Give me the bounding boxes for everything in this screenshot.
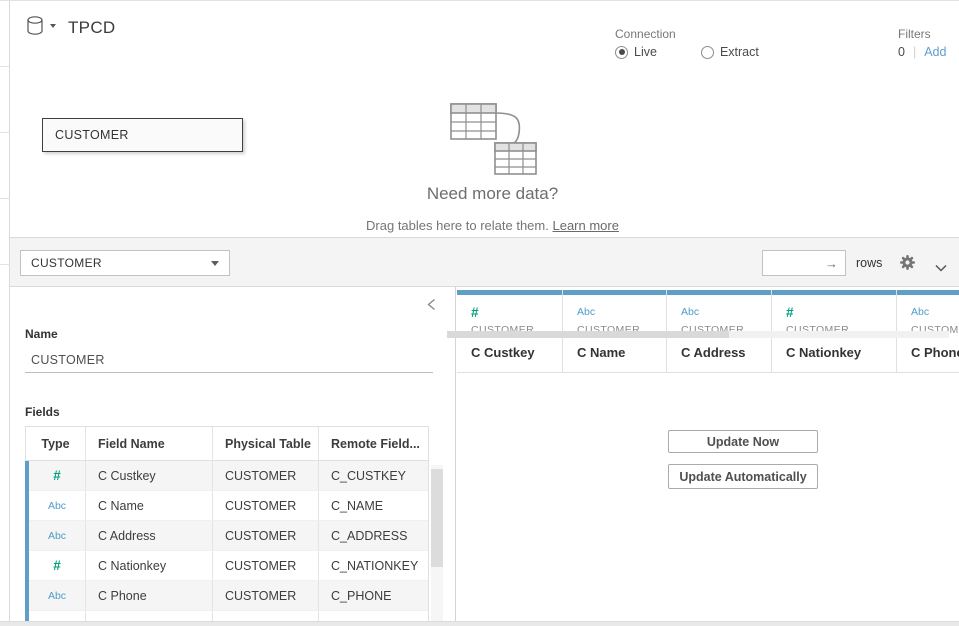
learn-more-link[interactable]: Learn more	[552, 218, 618, 233]
number-type-icon: #	[786, 305, 794, 320]
connection-label: Connection	[615, 27, 676, 41]
physical-table-cell: CUSTOMER	[213, 551, 319, 580]
table-row[interactable]: # C Nationkey CUSTOMER C_NATIONKEY	[29, 551, 428, 581]
field-name-cell: C Custkey	[86, 461, 213, 490]
left-gutter	[0, 1, 10, 626]
string-type-icon: Abc	[681, 306, 699, 318]
field-name-cell: C Name	[86, 491, 213, 520]
empty-state-hint: Drag tables here to relate them.	[366, 218, 549, 233]
remote-field-cell: C_ADDRESS	[319, 521, 428, 550]
remote-field-cell: C_PHONE	[319, 581, 428, 610]
database-menu-caret-icon[interactable]	[50, 24, 56, 28]
bottom-scrollbar-strip	[0, 621, 959, 626]
string-type-icon: Abc	[911, 306, 929, 318]
table-row[interactable]: Abc C Name CUSTOMER C_NAME	[29, 491, 428, 521]
collapse-panel-icon[interactable]	[427, 298, 436, 316]
rows-limit-input[interactable]	[763, 252, 825, 274]
number-type-icon: #	[53, 468, 61, 483]
physical-table-cell: CUSTOMER	[213, 491, 319, 520]
related-tables-icon	[445, 95, 541, 177]
string-type-icon: Abc	[48, 590, 66, 602]
database-cylinder-icon	[26, 15, 48, 39]
column-field-name: C Nationkey	[786, 345, 896, 360]
field-name-cell: C Address	[86, 521, 213, 550]
physical-table-cell: CUSTOMER	[213, 521, 319, 550]
filters-label: Filters	[898, 27, 931, 41]
fields-table: Type Field Name Physical Table Remote Fi…	[25, 426, 429, 622]
field-metadata-panel: Name CUSTOMER Fields Type Field Name Phy…	[10, 287, 456, 626]
string-type-icon: Abc	[48, 530, 66, 542]
datasource-page: TPCD Connection Live Extract Filters 0 |…	[0, 0, 959, 626]
canvas-table-customer[interactable]: CUSTOMER	[42, 118, 243, 152]
column-field-name: C Custkey	[471, 345, 562, 360]
table-row[interactable]: Abc C Phone CUSTOMER C_PHONE	[29, 581, 428, 611]
datasource-title: TPCD	[68, 18, 115, 38]
empty-state-title: Need more data?	[10, 184, 959, 204]
grid-hscrollbar-thumb[interactable]	[447, 331, 729, 338]
radio-live-label: Live	[634, 45, 657, 59]
fields-label: Fields	[25, 405, 60, 419]
radio-extract-label: Extract	[720, 45, 759, 59]
field-name-cell: C Phone	[86, 581, 213, 610]
table-row[interactable]: Abc C Address CUSTOMER C_ADDRESS	[29, 521, 428, 551]
fields-table-header: Type Field Name Physical Table Remote Fi…	[26, 427, 428, 461]
field-name-cell: C Nationkey	[86, 551, 213, 580]
radio-live-button[interactable]	[615, 46, 628, 59]
physical-table-cell: CUSTOMER	[213, 461, 319, 490]
database-icon[interactable]	[26, 15, 56, 41]
fields-scrollbar-track[interactable]	[431, 465, 443, 626]
number-type-icon: #	[471, 305, 479, 320]
name-label: Name	[25, 327, 58, 341]
table-row[interactable]: # C Custkey CUSTOMER C_CUSTKEY	[29, 461, 428, 491]
rows-label: rows	[856, 256, 882, 270]
chevron-down-icon	[211, 261, 219, 266]
radio-extract-button[interactable]	[701, 46, 714, 59]
fields-table-body: # C Custkey CUSTOMER C_CUSTKEY Abc C Nam…	[25, 461, 428, 622]
apply-rows-arrow-icon[interactable]: →	[825, 256, 845, 271]
physical-table-cell: CUSTOMER	[213, 581, 319, 610]
string-type-icon: Abc	[48, 500, 66, 512]
gear-icon[interactable]	[899, 254, 916, 276]
update-automatically-button[interactable]: Update Automatically	[668, 464, 818, 489]
col-header-physical-table[interactable]: Physical Table	[213, 427, 319, 461]
update-now-button[interactable]: Update Now	[668, 430, 818, 453]
column-field-name: C Name	[577, 345, 666, 360]
fields-scrollbar-thumb[interactable]	[431, 469, 443, 567]
relationship-canvas: TPCD Connection Live Extract Filters 0 |…	[10, 1, 959, 238]
remote-field-cell: C_NATIONKEY	[319, 551, 428, 580]
table-select-value: CUSTOMER	[31, 256, 102, 270]
radio-live[interactable]: Live	[615, 45, 657, 59]
table-toolbar: CUSTOMER → rows	[10, 238, 959, 287]
grid-hscrollbar-track[interactable]	[447, 331, 949, 338]
radio-extract[interactable]: Extract	[701, 45, 759, 59]
col-header-field-name[interactable]: Field Name	[86, 427, 213, 461]
filters-count: 0	[896, 45, 913, 59]
remote-field-cell: C_CUSTKEY	[319, 461, 428, 490]
table-select-dropdown[interactable]: CUSTOMER	[20, 250, 230, 276]
col-header-remote-field[interactable]: Remote Field...	[319, 427, 428, 461]
collapse-preview-chevron-icon[interactable]	[935, 259, 947, 277]
column-field-name: C Phone	[911, 345, 959, 360]
remote-field-cell: C_NAME	[319, 491, 428, 520]
string-type-icon: Abc	[577, 306, 595, 318]
column-field-name: C Address	[681, 345, 771, 360]
rows-limit-field[interactable]: →	[762, 250, 846, 276]
filters-add-link[interactable]: Add	[916, 45, 946, 59]
table-name-input[interactable]: CUSTOMER	[25, 347, 433, 373]
number-type-icon: #	[53, 558, 61, 573]
col-header-type[interactable]: Type	[26, 427, 86, 461]
